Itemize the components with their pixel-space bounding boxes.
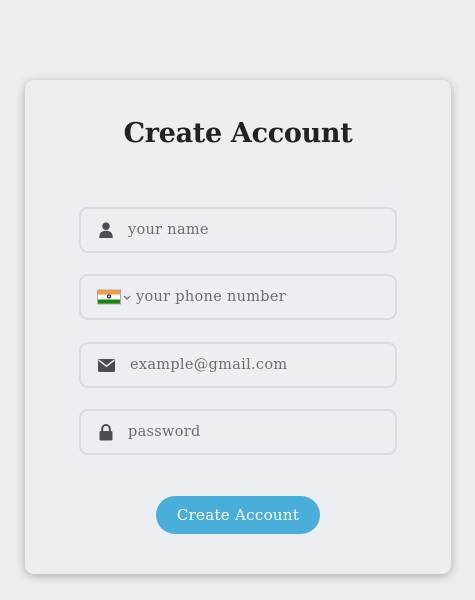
- page-title: Create Account: [123, 118, 353, 149]
- password-field[interactable]: [79, 409, 397, 455]
- name-input[interactable]: [128, 209, 378, 251]
- signup-card: Create Account your name your phone numb…: [25, 80, 451, 574]
- chevron-down-icon: [123, 294, 131, 300]
- envelope-icon: [97, 356, 115, 374]
- email-input[interactable]: [130, 344, 380, 386]
- password-input[interactable]: [128, 411, 378, 453]
- create-account-button[interactable]: Create Account: [156, 496, 320, 534]
- email-field[interactable]: [79, 342, 397, 388]
- user-icon: [97, 221, 115, 239]
- phone-field[interactable]: [79, 274, 397, 320]
- india-flag-icon: [97, 289, 121, 305]
- lock-icon: [97, 423, 115, 441]
- country-selector[interactable]: [97, 289, 131, 305]
- name-field[interactable]: [79, 207, 397, 253]
- phone-input[interactable]: [136, 276, 376, 318]
